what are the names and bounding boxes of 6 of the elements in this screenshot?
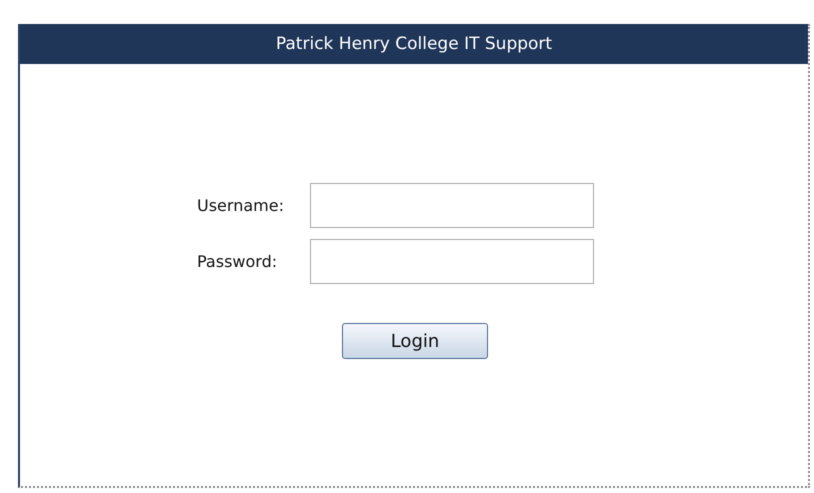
field-label: Username: (197, 196, 284, 215)
password-field[interactable] (310, 239, 594, 284)
field-label: Password: (197, 252, 278, 271)
login-button[interactable]: Login (342, 323, 488, 359)
username-field[interactable] (310, 183, 594, 228)
header-title: Patrick Henry College IT Support (276, 34, 552, 54)
